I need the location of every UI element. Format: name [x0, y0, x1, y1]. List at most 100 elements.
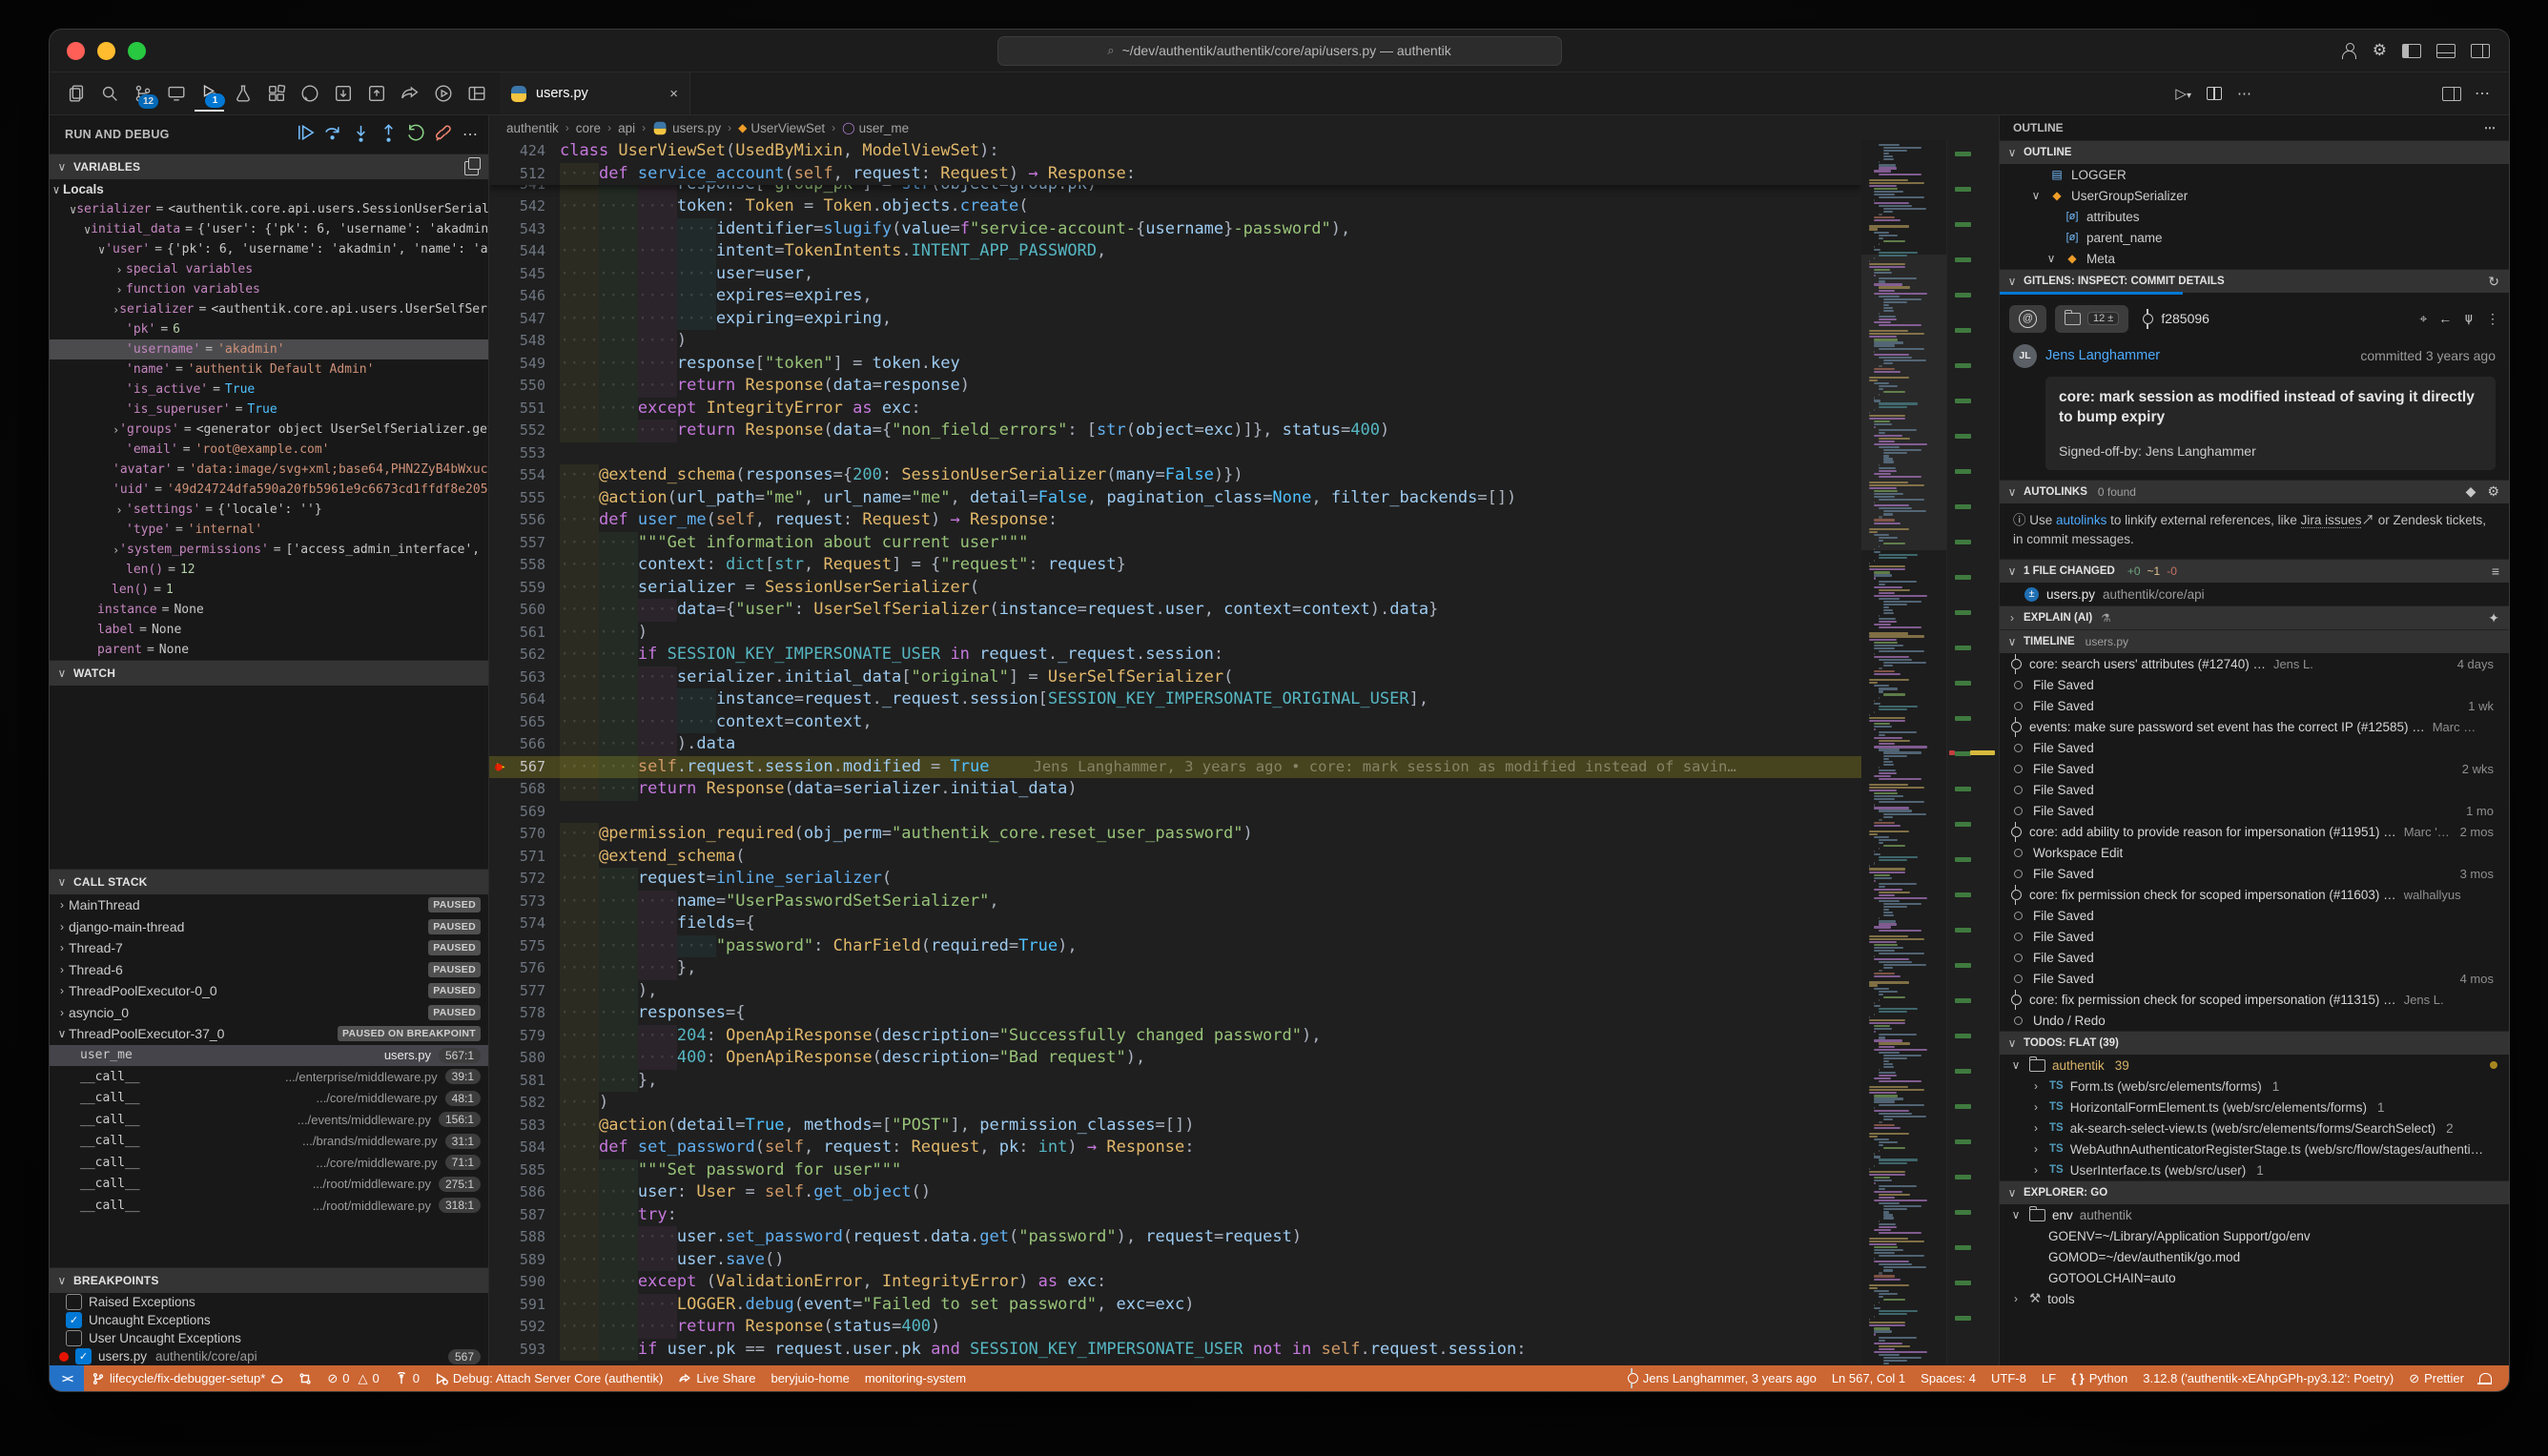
line-number[interactable]: 566 — [489, 733, 560, 756]
code-line[interactable]: 580············400: OpenApiResponse(desc… — [489, 1047, 1861, 1070]
outline-section-header[interactable]: ∨OUTLINE — [2000, 140, 2509, 164]
timeline-item[interactable]: Workspace Edit — [2000, 842, 2509, 863]
search-icon[interactable] — [94, 76, 124, 111]
line-number[interactable]: 424 — [489, 140, 560, 163]
status-errwarn-icon[interactable]: ⊘0△0 — [319, 1371, 386, 1386]
line-number[interactable]: 557 — [489, 532, 560, 555]
more-actions-icon[interactable]: ⋯ — [2484, 121, 2496, 134]
line-number[interactable]: 562 — [489, 644, 560, 666]
code-editor[interactable]: authentik›core›api› users.py›◆ UserViewS… — [489, 115, 1999, 1365]
line-number[interactable]: 555 — [489, 487, 560, 510]
package-sync-icon[interactable] — [361, 76, 391, 111]
timeline-item[interactable]: File Saved3 mos — [2000, 863, 2509, 884]
gitlens-mode-button[interactable]: @ — [2009, 305, 2046, 333]
line-number[interactable]: 552 — [489, 420, 560, 442]
code-line[interactable]: 548············) — [489, 330, 1861, 353]
variable-row[interactable]: instance=None — [50, 600, 488, 620]
timeline-item[interactable]: File Saved1 wk — [2000, 695, 2509, 716]
status-python[interactable]: { }Python — [2064, 1371, 2135, 1385]
outline-row[interactable]: ∨◆Meta — [2000, 248, 2509, 269]
line-number[interactable]: 564 — [489, 688, 560, 711]
variable-row[interactable]: ›'system_permissions'=['access_admin_int… — [50, 540, 488, 560]
line-number[interactable]: 578 — [489, 1002, 560, 1025]
thread-row[interactable]: ›django-main-threadPAUSED — [50, 916, 488, 938]
variable-row[interactable]: 'username'='akadmin' — [50, 339, 488, 359]
variable-row[interactable]: len()=1 — [50, 580, 488, 600]
timeline-item[interactable]: File Saved2 wks — [2000, 758, 2509, 779]
variable-row[interactable]: 'email'='root@example.com' — [50, 440, 488, 460]
line-number[interactable]: 554 — [489, 464, 560, 487]
variable-row[interactable]: ∨serializer=<authentik.core.api.users.Se… — [50, 199, 488, 219]
code-line[interactable]: 544················intent=TokenIntents.I… — [489, 240, 1861, 263]
code-line[interactable]: 566············).data — [489, 733, 1861, 756]
env-row[interactable]: ∨envauthentik — [2000, 1204, 2509, 1225]
status-0[interactable]: 0 — [387, 1371, 427, 1385]
remote-indicator[interactable]: >< — [50, 1365, 84, 1391]
variable-row[interactable]: 'is_superuser'=True — [50, 400, 488, 420]
code-line[interactable]: 547················expiring=expiring, — [489, 308, 1861, 331]
timeline-item[interactable]: File Saved1 mo — [2000, 800, 2509, 821]
thread-row[interactable]: ›Thread-6PAUSED — [50, 959, 488, 981]
variable-row[interactable]: 'avatar'='data:image/svg+xml;base64,PHN2… — [50, 460, 488, 480]
variable-row[interactable]: parent=None — [50, 640, 488, 660]
code-line[interactable]: 563············serializer.initial_data["… — [489, 666, 1861, 689]
explorer-icon[interactable] — [61, 76, 91, 111]
breakpoint-row[interactable]: ✓Uncaught Exceptions — [50, 1311, 488, 1329]
autolinks-link[interactable]: autolinks — [2056, 513, 2106, 527]
variable-row[interactable]: len()=12 — [50, 560, 488, 580]
checkbox[interactable]: ✓ — [66, 1312, 82, 1328]
code-line[interactable]: 579············204: OpenApiResponse(desc… — [489, 1025, 1861, 1048]
todo-file-row[interactable]: ›TSak-search-select-view.ts (web/src/ele… — [2000, 1118, 2509, 1138]
code-line[interactable]: 568········return Response(data=serializ… — [489, 778, 1861, 801]
window-controls[interactable] — [67, 42, 146, 60]
code-line[interactable]: 554····@extend_schema(responses={200: Se… — [489, 464, 1861, 487]
code-line[interactable]: 565················context=context, — [489, 711, 1861, 734]
copy-icon[interactable] — [464, 161, 479, 175]
line-number[interactable]: 579 — [489, 1025, 560, 1048]
status-live-share[interactable]: Live Share — [670, 1371, 763, 1385]
breakpoints-section-header[interactable]: ∨ BREAKPOINTS — [50, 1267, 488, 1293]
code-line[interactable]: 584····def set_password(self, request: R… — [489, 1137, 1861, 1159]
todo-file-row[interactable]: ›TSUserInterface.ts (web/src/user)1 — [2000, 1159, 2509, 1180]
code-line[interactable]: 562········if SESSION_KEY_IMPERSONATE_US… — [489, 644, 1861, 666]
line-number[interactable]: 584 — [489, 1137, 560, 1159]
disconnect-icon[interactable] — [433, 122, 455, 147]
status-utf-8[interactable]: UTF-8 — [1983, 1371, 2034, 1385]
variable-row[interactable]: 'uid'='49d24724dfa590a20fb5961e9c6673cd1… — [50, 480, 488, 500]
code-line[interactable]: 591············LOGGER.debug(event="Faile… — [489, 1294, 1861, 1317]
panel-layout-icon[interactable] — [2442, 87, 2461, 101]
minimize-window-icon[interactable] — [97, 42, 115, 60]
breadcrumb-item[interactable]: ◯ user_me — [842, 121, 909, 135]
tasks-icon[interactable] — [428, 76, 458, 111]
breadcrumb-item[interactable]: users.py — [652, 120, 721, 136]
timeline-item[interactable]: Undo / Redo — [2000, 1010, 2509, 1031]
code-line[interactable]: 593········if user.pk == request.user.pk… — [489, 1339, 1861, 1362]
variable-row[interactable]: 'is_active'=True — [50, 379, 488, 400]
breakpoint-row[interactable]: Raised Exceptions — [50, 1293, 488, 1311]
env-var-row[interactable]: GOTOOLCHAIN=auto — [2000, 1267, 2509, 1288]
line-number[interactable]: 547 — [489, 308, 560, 331]
continue-icon[interactable] — [295, 122, 317, 147]
code-line[interactable]: 576············}, — [489, 957, 1861, 980]
explorer-go-section-header[interactable]: ∨EXPLORER: GO — [2000, 1180, 2509, 1204]
code-line[interactable]: 551········except IntegrityError as exc: — [489, 398, 1861, 420]
todo-root-row[interactable]: ∨authentik39 — [2000, 1055, 2509, 1076]
status-compare-icon[interactable] — [291, 1372, 319, 1385]
toggle-secondary-sidebar-icon[interactable] — [2471, 44, 2490, 58]
split-editor-icon[interactable] — [2207, 87, 2222, 100]
jira-link[interactable]: Jira issues — [2301, 513, 2362, 528]
line-number[interactable]: 543 — [489, 218, 560, 241]
step-into-icon[interactable] — [350, 122, 372, 147]
back-icon[interactable]: ← — [2438, 311, 2452, 327]
timeline-item[interactable]: core: add ability to provide reason for … — [2000, 821, 2509, 842]
line-number[interactable]: 565 — [489, 711, 560, 734]
changed-file-row[interactable]: ± users.py authentik/core/api — [2000, 583, 2509, 605]
breakpoint-row[interactable]: ✓users.pyauthentik/core/api567 — [50, 1347, 488, 1365]
more-icon[interactable]: ⋯ — [2475, 84, 2490, 103]
env-var-row[interactable]: GOENV=~/Library/Application Support/go/e… — [2000, 1225, 2509, 1246]
overview-ruler[interactable] — [1946, 140, 1999, 1365]
restart-icon[interactable] — [405, 122, 427, 147]
breadcrumb-item[interactable]: authentik — [506, 121, 559, 135]
line-number[interactable]: 568 — [489, 778, 560, 801]
line-number[interactable]: 582 — [489, 1092, 560, 1115]
